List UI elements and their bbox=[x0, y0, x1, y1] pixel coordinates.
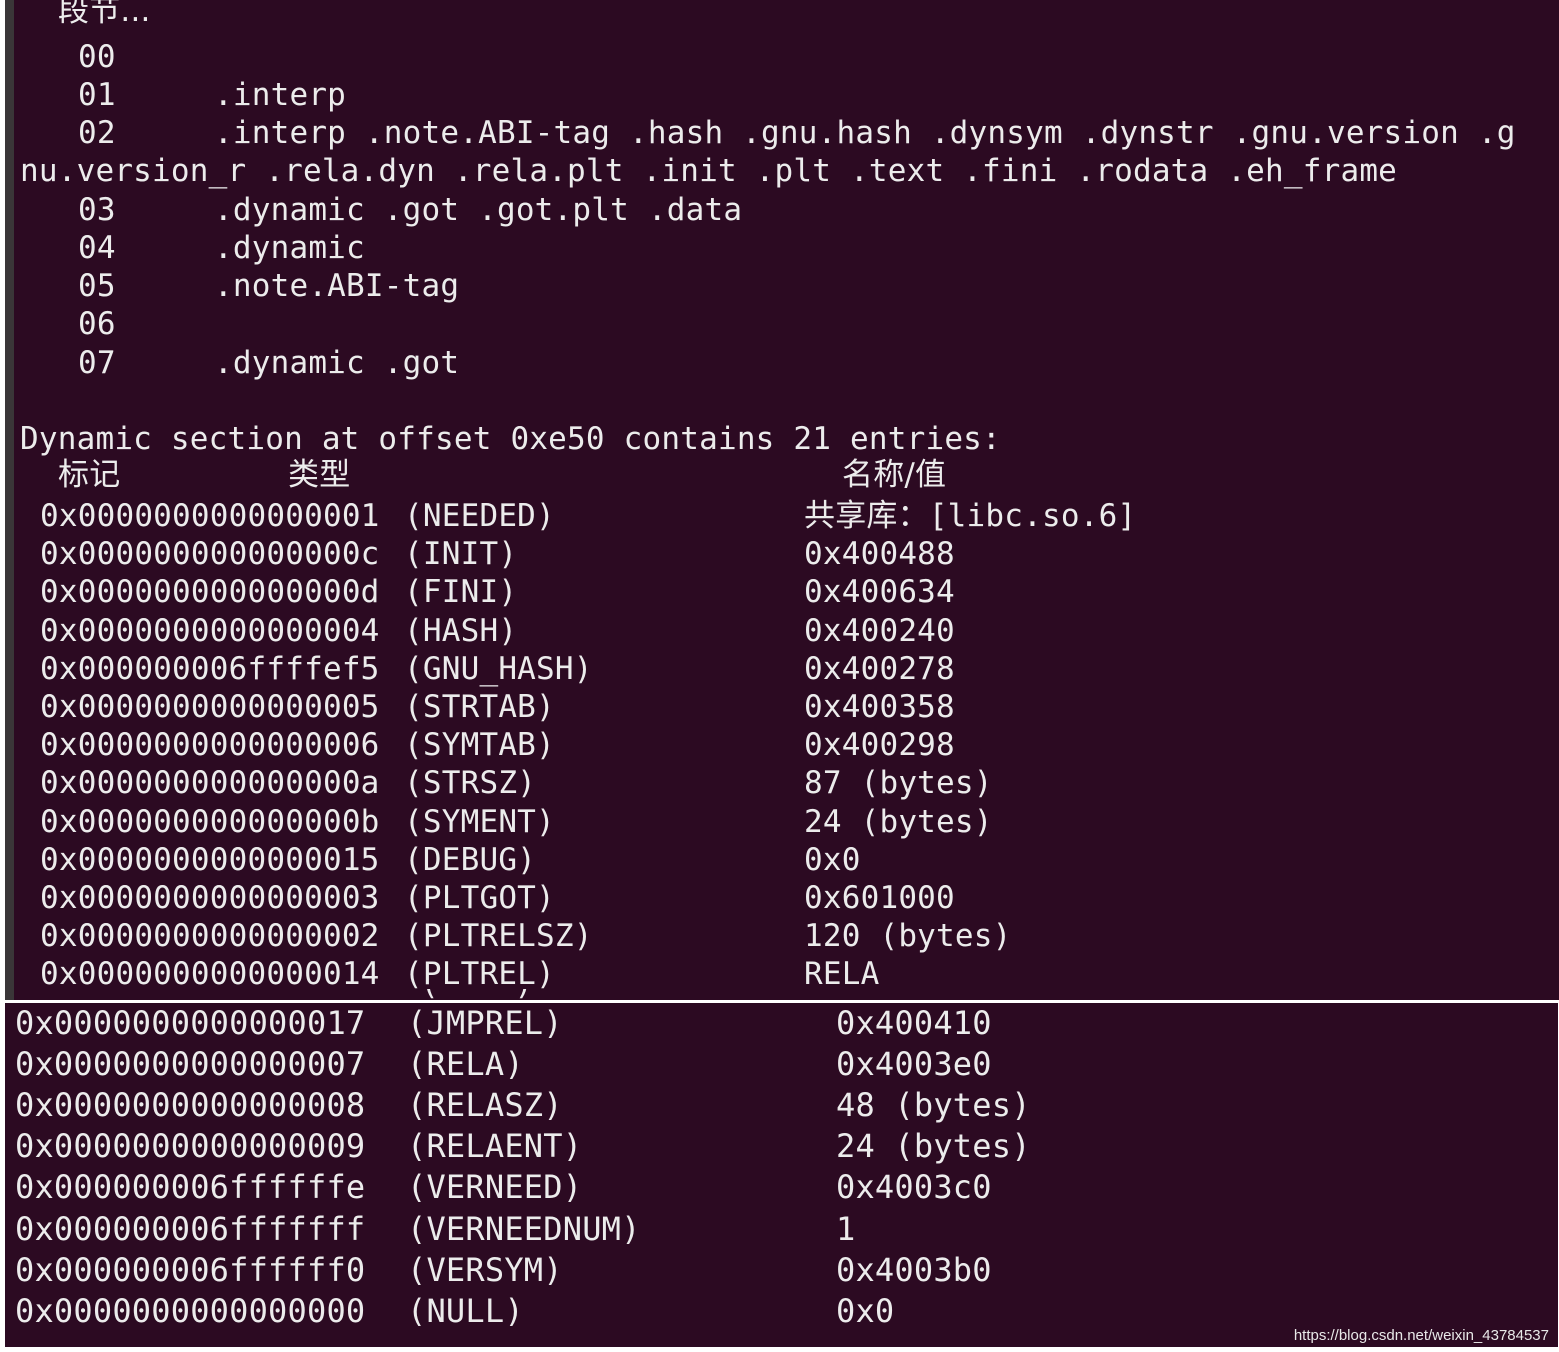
dynamic-entry-tag: 0x000000006ffffffe bbox=[15, 1168, 366, 1207]
dynamic-entry-tag: 0x000000000000000a bbox=[40, 765, 380, 802]
dynamic-entry-type: (PLTRELSZ) bbox=[404, 918, 593, 955]
segment-index: 06 bbox=[78, 306, 116, 342]
dynamic-section-header: Dynamic section at offset 0xe50 contains… bbox=[20, 421, 1001, 457]
segment-index: 07 bbox=[78, 345, 116, 381]
segment-sections: .interp bbox=[214, 77, 347, 113]
dynamic-entry-type: (NULL) bbox=[407, 1291, 524, 1330]
dynamic-entry-type: (SYMENT) bbox=[404, 803, 555, 840]
dynamic-entry-type: (VERNEED) bbox=[407, 1168, 583, 1207]
dynamic-entry-tag: 0x0000000000000004 bbox=[40, 612, 380, 649]
dynamic-entry-value: RELA bbox=[804, 956, 880, 993]
dynamic-entry-value: 24 (bytes) bbox=[804, 803, 993, 840]
dynamic-entry-value: 87 (bytes) bbox=[804, 765, 993, 802]
segment-index: 01 bbox=[78, 77, 116, 113]
dynamic-entry-tag: 0x000000000000000c bbox=[40, 536, 380, 573]
segment-sections: .note.ABI-tag bbox=[214, 268, 460, 304]
dynamic-entry-value: 0x400358 bbox=[804, 689, 955, 725]
terminal-pane-top: 段节... 00 01 .interp 02 .interp .note.ABI… bbox=[5, 0, 1559, 1000]
clipped-row-text: ( ) bbox=[24, 989, 533, 1000]
segment-index: 02 bbox=[78, 115, 116, 151]
dynamic-entry-value: 48 (bytes) bbox=[836, 1086, 1031, 1125]
dynamic-entry-tag: 0x0000000000000015 bbox=[40, 841, 380, 878]
dynamic-entry-value: 120 (bytes) bbox=[804, 918, 1012, 955]
segment-sections: .dynamic bbox=[214, 230, 365, 266]
terminal-pane-bottom: 0x0000000000000017 (JMPREL) 0x400410 0x0000… bbox=[5, 1003, 1558, 1347]
segment-sections-wrap: nu.version_r .rela.dyn .rela.plt .init .… bbox=[20, 153, 1398, 189]
dynamic-entry-tag: 0x0000000000000006 bbox=[40, 727, 380, 764]
column-header-type: 类型 bbox=[288, 457, 351, 493]
dynamic-entry-type: (VERNEEDNUM) bbox=[407, 1209, 641, 1248]
dynamic-entry-type: (NEEDED) bbox=[404, 498, 555, 534]
dynamic-entry-type: (PLTREL) bbox=[404, 956, 555, 993]
dynamic-entry-type: (JMPREL) bbox=[407, 1004, 563, 1042]
dynamic-entry-tag: 0x0000000000000005 bbox=[40, 689, 380, 725]
dynamic-entry-type: (RELAENT) bbox=[407, 1127, 583, 1166]
dynamic-entry-type: (PLTGOT) bbox=[404, 880, 555, 916]
dynamic-entry-value: 0x400278 bbox=[804, 650, 955, 687]
dynamic-entry-value: 共享库：[libc.so.6] bbox=[804, 498, 1137, 534]
dynamic-entry-type: (RELA) bbox=[407, 1045, 524, 1084]
clipped-row: ( ) bbox=[24, 989, 624, 1000]
dynamic-entry-value: 0x400298 bbox=[804, 727, 955, 764]
segment-sections: .dynamic .got .got.plt .data bbox=[214, 192, 743, 228]
dynamic-entry-tag: 0x000000006ffffff0 bbox=[15, 1250, 366, 1289]
dynamic-entry-value: 0x4003e0 bbox=[836, 1045, 992, 1084]
dynamic-entry-tag: 0x0000000000000003 bbox=[40, 880, 380, 916]
dynamic-entry-tag: 0x000000006fffffff bbox=[15, 1209, 366, 1248]
dynamic-entry-tag: 0x0000000000000017 bbox=[15, 1004, 366, 1042]
column-header-tag: 标记 bbox=[58, 457, 121, 493]
dynamic-entry-type: (STRSZ) bbox=[404, 765, 537, 802]
dynamic-entry-type: (FINI) bbox=[404, 574, 518, 611]
dynamic-entry-value: 0x0 bbox=[836, 1291, 895, 1330]
dynamic-entry-value: 0x400634 bbox=[804, 574, 955, 611]
dynamic-entry-type: (GNU_HASH) bbox=[404, 650, 593, 687]
dynamic-entry-type: (INIT) bbox=[404, 536, 518, 573]
segment-index: 05 bbox=[78, 268, 116, 304]
segment-sections: .dynamic .got bbox=[214, 345, 460, 381]
dynamic-entry-value: 0x4003b0 bbox=[836, 1250, 992, 1289]
dynamic-entry-tag: 0x0000000000000001 bbox=[40, 498, 380, 534]
dynamic-entry-value: 0x0 bbox=[804, 841, 861, 878]
dynamic-entry-tag: 0x0000000000000009 bbox=[15, 1127, 366, 1166]
segment-index: 00 bbox=[78, 39, 116, 75]
dynamic-entry-type: (STRTAB) bbox=[404, 689, 555, 725]
segment-sections: .interp .note.ABI-tag .hash .gnu.hash .d… bbox=[214, 115, 1516, 151]
dynamic-entry-value: 1 bbox=[836, 1209, 856, 1248]
dynamic-entry-value: 24 (bytes) bbox=[836, 1127, 1031, 1166]
dynamic-entry-value: 0x4003c0 bbox=[836, 1168, 992, 1207]
segment-index: 04 bbox=[78, 230, 116, 266]
dynamic-entry-tag: 0x000000000000000b bbox=[40, 803, 380, 840]
dynamic-entry-type: (SYMTAB) bbox=[404, 727, 555, 764]
segment-index: 03 bbox=[78, 192, 116, 228]
dynamic-entry-type: (DEBUG) bbox=[404, 841, 537, 878]
dynamic-entry-tag: 0x000000006ffffef5 bbox=[40, 650, 380, 687]
dynamic-entry-tag: 0x0000000000000008 bbox=[15, 1086, 366, 1125]
dynamic-entry-tag: 0x0000000000000000 bbox=[15, 1291, 366, 1330]
dynamic-entry-tag: 0x000000000000000d bbox=[40, 574, 380, 611]
dynamic-entry-value: 0x601000 bbox=[804, 880, 955, 916]
dynamic-entry-value: 0x400240 bbox=[804, 612, 955, 649]
dynamic-entry-tag: 0x0000000000000002 bbox=[40, 918, 380, 955]
dynamic-entry-value: 0x400488 bbox=[804, 536, 955, 573]
dynamic-entry-type: (VERSYM) bbox=[407, 1250, 563, 1289]
dynamic-entry-type: (RELASZ) bbox=[407, 1086, 563, 1125]
dynamic-entry-value: 0x400410 bbox=[836, 1004, 992, 1042]
segment-header: 段节... bbox=[58, 0, 151, 29]
dynamic-entry-type: (HASH) bbox=[404, 612, 518, 649]
scrollbar-marker bbox=[5, 345, 9, 405]
dynamic-entry-tag: 0x0000000000000007 bbox=[15, 1045, 366, 1084]
column-header-value: 名称/值 bbox=[842, 457, 947, 493]
watermark: https://blog.csdn.net/weixin_43784537 bbox=[1293, 1327, 1549, 1344]
dynamic-entry-tag: 0x0000000000000014 bbox=[40, 956, 380, 993]
